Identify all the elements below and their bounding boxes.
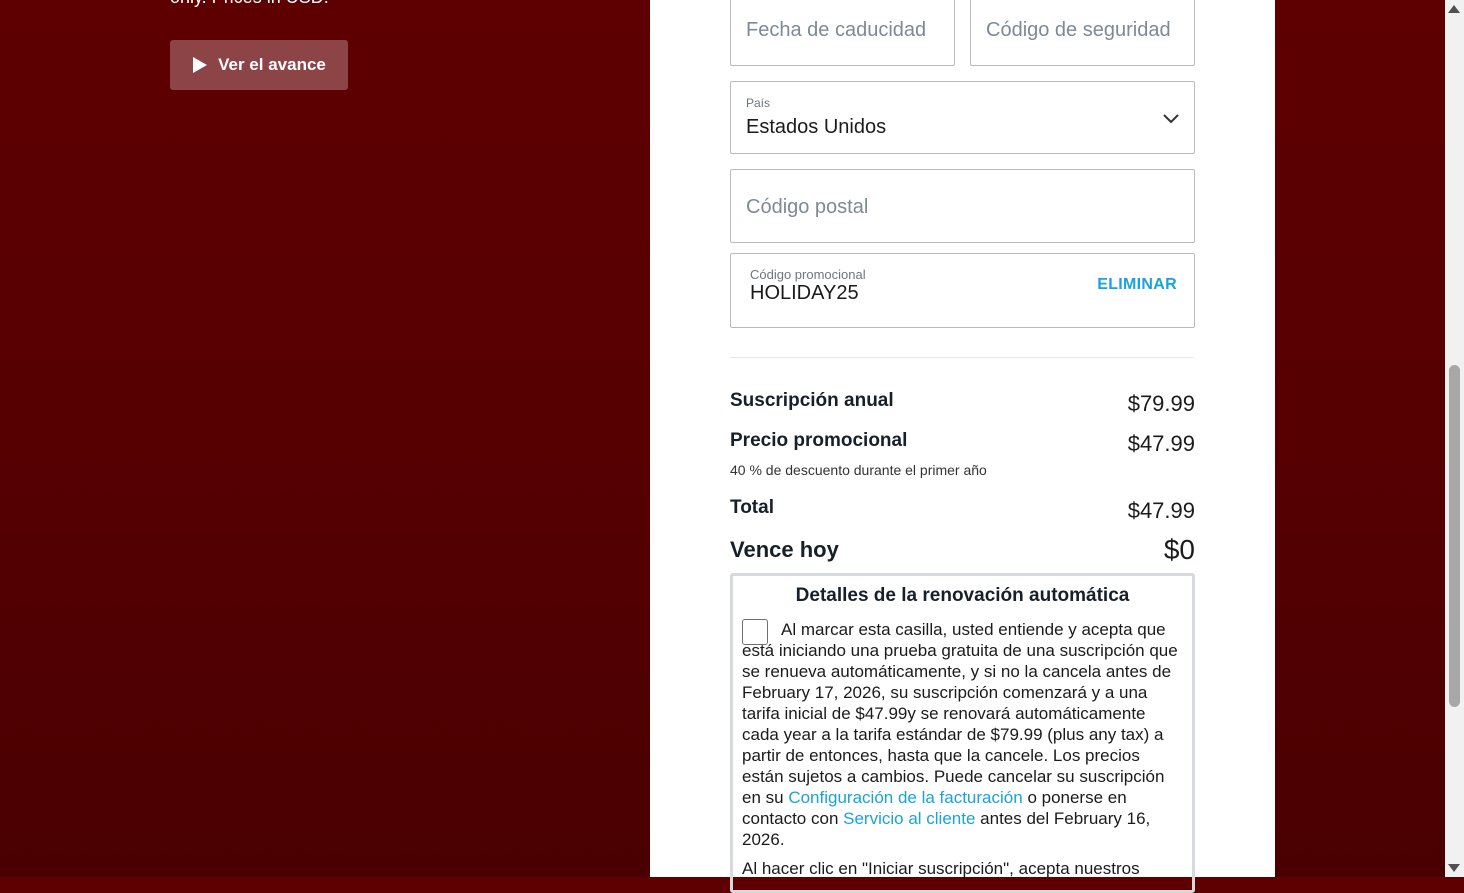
preview-button-label: Ver el avance (218, 55, 326, 74)
scroll-down-icon[interactable] (1448, 864, 1460, 872)
postal-code-placeholder: Código postal (746, 196, 869, 218)
security-code-field[interactable]: Código de seguridad (970, 0, 1195, 66)
country-select[interactable]: País Estados Unidos (730, 81, 1195, 154)
left-description: only. Prices in USD. (170, 0, 329, 8)
due-today-label: Vence hoy (730, 537, 839, 562)
auto-renewal-box: Detalles de la renovación automática Al … (730, 573, 1195, 893)
promo-price-amount: $47.99 (1127, 431, 1195, 456)
postal-code-field[interactable]: Código postal (730, 169, 1195, 243)
promo-code-field[interactable]: Código promocional HOLIDAY25 ELIMINAR (730, 253, 1195, 328)
billing-settings-link[interactable]: Configuración de la facturación (788, 788, 1022, 807)
auto-renewal-text: Al marcar esta casilla, usted entiende y… (742, 619, 1182, 850)
expiry-date-placeholder: Fecha de caducidad (746, 19, 927, 41)
auto-renewal-title: Detalles de la renovación automática (795, 585, 1130, 606)
total-label: Total (730, 497, 774, 518)
expiry-date-field[interactable]: Fecha de caducidad (730, 0, 955, 66)
promo-code-label: Código promocional (750, 267, 866, 282)
play-icon (192, 56, 208, 74)
due-today-amount: $0 (1163, 534, 1195, 565)
page-scrollbar[interactable] (1445, 0, 1464, 877)
scroll-up-icon[interactable] (1448, 5, 1460, 13)
scrollbar-thumb[interactable] (1449, 365, 1460, 707)
remove-promo-button[interactable]: ELIMINAR (1097, 276, 1177, 294)
annual-subscription-amount: $79.99 (1127, 391, 1195, 416)
promo-price-label: Precio promocional (730, 430, 908, 451)
country-value: Estados Unidos (746, 116, 887, 138)
checkout-panel: Fecha de caducidad Código de seguridad P… (650, 0, 1275, 893)
preview-button[interactable]: Ver el avance (170, 40, 348, 90)
terms-text: Al hacer clic en "Iniciar suscripción", … (742, 859, 1140, 878)
promo-code-value: HOLIDAY25 (750, 282, 859, 304)
annual-subscription-label: Suscripción anual (730, 390, 894, 411)
total-amount: $47.99 (1127, 498, 1195, 523)
chevron-down-icon (1163, 111, 1179, 129)
promo-price-note: 40 % de descuento durante el primer año (730, 462, 987, 478)
auto-renewal-text-part1: Al marcar esta casilla, usted entiende y… (742, 620, 1178, 807)
security-code-placeholder: Código de seguridad (986, 19, 1171, 41)
customer-service-link[interactable]: Servicio al cliente (843, 809, 975, 828)
country-label: País (746, 96, 771, 110)
divider (730, 357, 1194, 358)
